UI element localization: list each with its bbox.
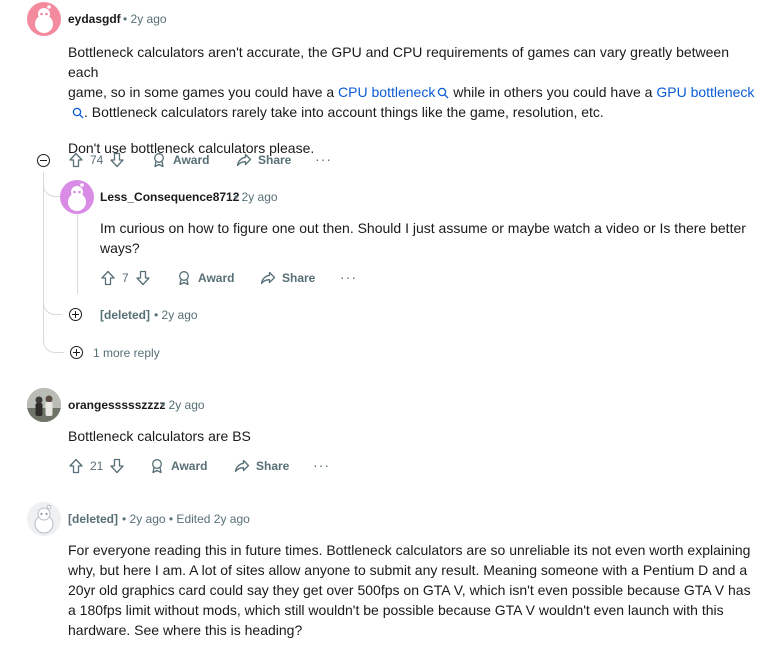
comment-body: Bottleneck calculators are BS [68,428,251,444]
comment-body: Bottleneck calculators aren't accurate, … [68,42,758,158]
award-icon [179,271,189,286]
share-button[interactable]: Share [236,150,291,170]
comment-author: [deleted] [68,512,119,526]
share-button[interactable]: Share [260,268,315,288]
more-options-button[interactable]: ··· [315,151,332,167]
comment-author[interactable]: eydasgdf [68,12,121,26]
expand-icon[interactable] [70,346,83,359]
cpu-bottleneck-link[interactable]: CPU bottleneck [338,84,449,100]
vote-controls: 7 [100,268,151,288]
share-button[interactable]: Share [234,456,289,476]
comment-timestamp: • 2y ago [123,12,167,26]
snoo-icon [68,183,86,211]
downvote-icon[interactable] [135,270,151,286]
downvote-icon[interactable] [109,458,125,474]
award-button[interactable]: Award [176,268,234,288]
downvote-icon[interactable] [109,152,125,168]
vote-count: 7 [122,271,129,285]
deleted-user-icon [34,504,54,534]
upvote-icon[interactable] [68,152,84,168]
award-icon [152,459,162,474]
comment-body-line: . Bottleneck calculators rarely take int… [68,102,758,122]
comment-timestamp: • 2y ago [161,398,205,412]
comment-body-line: game, so in some games you could have a … [68,84,755,100]
thread-curve [43,336,64,353]
avatar[interactable] [27,2,61,36]
award-icon [154,153,164,168]
comment-timestamp: • 2y ago [234,190,278,204]
thread-curve-deleted [43,296,62,315]
vote-controls: 74 [68,150,125,170]
vote-count: 21 [90,459,104,473]
comment-author[interactable]: orangessssszzzz [68,398,165,412]
comment-timestamp: • 2y ago • Edited 2y ago [122,512,250,526]
thread-line-reply [77,214,78,294]
comment-body: For everyone reading this in future time… [68,542,751,638]
upvote-icon[interactable] [100,270,116,286]
share-icon [236,153,252,167]
share-icon [234,459,250,473]
comment-body-line: Bottleneck calculators aren't accurate, … [68,44,730,80]
avatar[interactable] [60,180,94,214]
share-icon [260,271,276,285]
collapse-icon[interactable] [37,154,50,167]
vote-controls: 21 [68,456,125,476]
more-options-button[interactable]: ··· [340,269,357,285]
search-icon[interactable] [72,107,84,119]
search-icon [438,87,449,99]
expand-icon[interactable] [69,308,82,321]
snoo-icon [35,5,53,33]
more-replies-link[interactable]: 1 more reply [93,346,160,360]
award-button[interactable]: Award [151,150,209,170]
upvote-icon[interactable] [68,458,84,474]
avatar [27,502,61,536]
user-photo-icon [27,388,61,422]
comment-timestamp: • 2y ago [154,308,198,322]
avatar[interactable] [27,388,61,422]
more-options-button[interactable]: ··· [313,457,330,473]
comment-author[interactable]: Less_Consequence8712 [100,190,239,204]
gpu-bottleneck-link[interactable]: GPU bottleneck [656,84,754,100]
comment-author: [deleted] [100,308,151,322]
comment-body: Im curious on how to figure one out then… [100,220,746,256]
thread-line-main [43,172,44,344]
award-button[interactable]: Award [149,456,207,476]
vote-count: 74 [90,153,104,167]
